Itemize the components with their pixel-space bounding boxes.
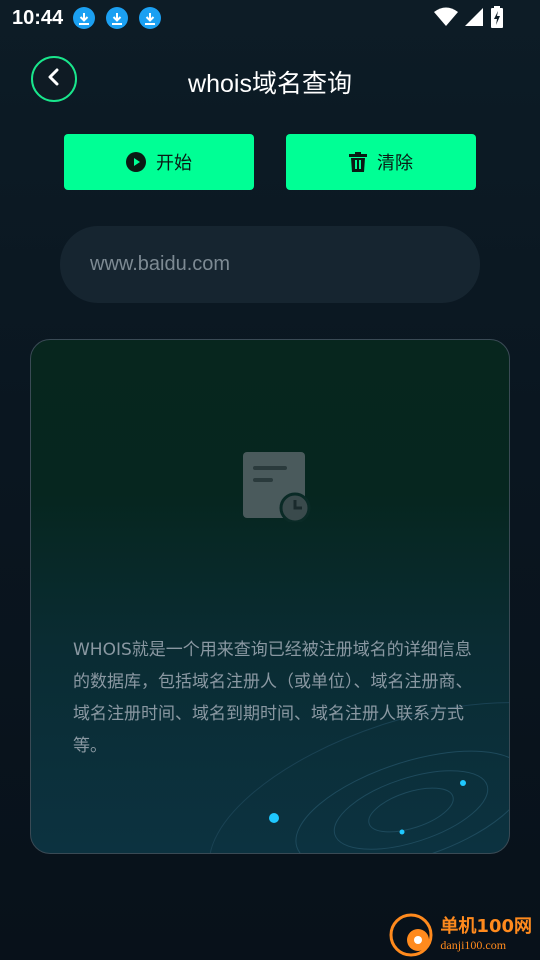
status-bar: 10:44 [0,0,540,36]
clear-button-label: 清除 [377,153,413,174]
battery-icon [490,6,504,32]
play-circle-icon [126,152,146,172]
whois-description: WHOIS就是一个用来查询已经被注册域名的详细信息的数据库，包括域名注册人（或单… [73,640,473,756]
wifi-icon [434,7,458,31]
orbit-decoration [208,702,509,853]
start-button[interactable]: 开始 [64,134,254,190]
clear-button[interactable]: 清除 [286,134,476,190]
watermark-url: danji100.com [440,938,507,952]
start-button-label: 开始 [156,153,192,174]
download-icon [139,7,162,29]
result-card: WHOIS就是一个用来查询已经被注册域名的详细信息的数据库，包括域名注册人（或单… [30,339,510,854]
watermark-title: 单机100网 [440,916,532,937]
page-title: whois域名查询 [188,70,352,98]
header: whois域名查询 [0,52,540,106]
download-icon [106,7,129,29]
trash-icon [349,152,367,172]
watermark: 单机100网 danji100.com [388,912,532,958]
signal-icon [464,7,484,31]
status-time: 10:44 [12,6,64,29]
domain-search-field[interactable] [60,226,480,303]
download-icon [73,7,96,29]
watermark-logo [388,912,434,958]
domain-input[interactable] [90,253,480,276]
document-clock-icon [241,450,311,526]
